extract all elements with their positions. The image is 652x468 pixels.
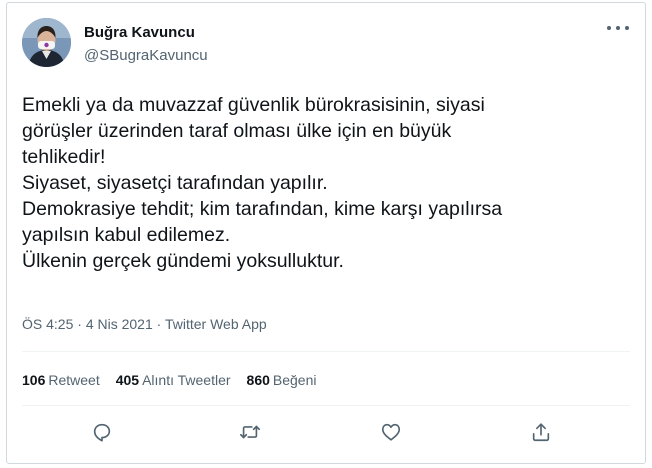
like-icon[interactable]	[377, 418, 405, 446]
quote-count-value: 405	[115, 372, 140, 388]
author-name[interactable]: Buğra Kavuncu	[84, 24, 195, 41]
tweet-text-line: yapılsın kabul edilemez.	[22, 224, 231, 246]
tweet-text-line: tehlikedir!	[22, 146, 106, 168]
tweet-card: Buğra Kavuncu @SBugraKavuncu Emekli ya d…	[6, 2, 646, 464]
retweet-icon[interactable]	[236, 418, 264, 446]
tweet-text-line: Siyaset, siyasetçi tarafından yapılır.	[22, 172, 328, 194]
tweet-source[interactable]: Twitter Web App	[165, 316, 267, 332]
like-count-label: Beğeni	[272, 372, 317, 388]
reply-icon[interactable]	[88, 418, 116, 446]
more-options-icon[interactable]	[607, 21, 629, 35]
meta-separator: ·	[156, 316, 162, 332]
retweet-count-label: Retweet	[48, 372, 100, 388]
tweet-text-line: Emekli ya da muvazzaf güvenlik bürokrasi…	[22, 94, 485, 116]
divider	[22, 405, 630, 406]
retweet-count[interactable]: 106 Retweet	[22, 372, 100, 388]
like-count[interactable]: 860 Beğeni	[247, 372, 317, 388]
tweet-text-line: görüşler üzerinden taraf olması ülke içi…	[22, 120, 452, 142]
meta-separator: ·	[77, 316, 82, 332]
tweet-metadata: ÖS 4:25 · 4 Nis 2021 · Twitter Web App	[22, 316, 267, 332]
quote-count-label: Alıntı Tweetler	[142, 372, 231, 388]
author-handle[interactable]: @SBugraKavuncu	[84, 47, 208, 64]
tweet-text-line: Ülkenin gerçek gündemi yoksulluktur.	[22, 250, 344, 272]
quote-tweet-count[interactable]: 405 Alıntı Tweetler	[116, 372, 231, 388]
tweet-date[interactable]: 4 Nis 2021	[86, 316, 153, 332]
engagement-stats: 106 Retweet 405 Alıntı Tweetler 860 Beğeni	[22, 372, 332, 388]
divider	[22, 351, 630, 352]
retweet-count-value: 106	[22, 372, 46, 388]
tweet-text-line: Demokrasiye tehdit; kim tarafından, kime…	[22, 198, 503, 220]
like-count-value: 860	[246, 372, 270, 388]
avatar[interactable]	[22, 18, 71, 67]
tweet-time[interactable]: ÖS 4:25	[22, 316, 73, 332]
tweet-text: Emekli ya da muvazzaf güvenlik bürokrasi…	[22, 92, 634, 274]
action-bar	[22, 418, 630, 446]
share-icon[interactable]	[527, 418, 555, 446]
